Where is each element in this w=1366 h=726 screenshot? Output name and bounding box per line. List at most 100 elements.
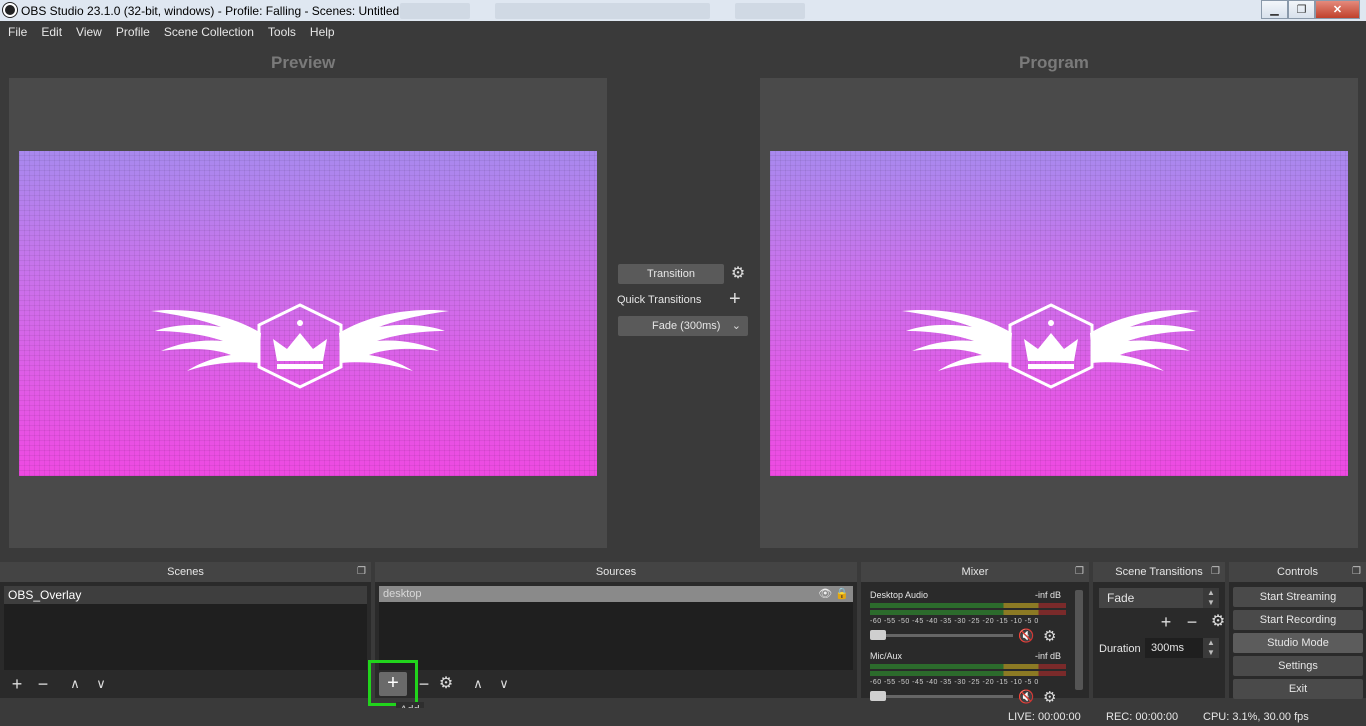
gear-icon[interactable]: ⚙ [1043,627,1056,645]
close-button[interactable]: ✕ [1315,0,1360,19]
mixer-dock: Mixer ❐ Desktop Audio -inf dB -60 -55 -5… [861,562,1089,706]
preview-display[interactable] [9,78,607,548]
volume-meter [870,664,1066,669]
scenes-dock-title: Scenes ❐ [0,562,371,582]
muted-speaker-icon[interactable]: 🔇 [1018,689,1034,705]
source-properties-gear-icon[interactable]: ⚙ [433,674,459,694]
menu-profile[interactable]: Profile [116,25,150,39]
controls-dock: Controls ❐ Start Streaming Start Recordi… [1229,562,1366,699]
transition-button[interactable]: Transition [618,264,724,284]
channel-name: Mic/Aux [870,651,903,661]
remove-transition-button[interactable]: − [1179,612,1205,632]
gear-icon[interactable]: ⚙ [729,265,747,283]
scene-transitions-toolbar: + − ⚙ [1153,612,1231,632]
mixer-title: Mixer [961,566,989,578]
source-item-label: desktop [383,588,422,600]
program-label: Program [1019,53,1089,72]
scenes-list: OBS_Overlay [4,586,367,670]
rec-status: REC: 00:00:00 [1106,711,1179,723]
minimize-button[interactable]: ▁ [1261,0,1288,19]
controls-title: Controls [1277,566,1318,578]
float-dock-icon[interactable]: ❐ [1352,562,1361,582]
controls-dock-title: Controls ❐ [1229,562,1366,582]
channel-name: Desktop Audio [870,590,929,600]
move-down-button[interactable]: ∨ [491,674,517,694]
program-display [760,78,1358,548]
volume-slider-handle[interactable] [870,630,886,640]
chevron-down-icon: ⌄ [731,320,741,332]
meter-ticks: -60 -55 -50 -45 -40 -35 -30 -25 -20 -15 … [870,679,1039,686]
transition-type-value: Fade [1107,591,1135,605]
window-title: OBS Studio 23.1.0 (32-bit, windows) - Pr… [21,4,400,18]
menu-tools[interactable]: Tools [268,25,296,39]
gear-icon[interactable]: ⚙ [1043,688,1056,706]
mixer-dock-title: Mixer ❐ [861,562,1089,582]
volume-meter [870,610,1066,615]
studio-mode-button[interactable]: Studio Mode [1233,633,1363,653]
plus-icon[interactable]: + [729,289,741,309]
crown-wings-logo [902,303,1200,389]
source-item[interactable]: desktop 👁 🔒 [379,586,853,602]
mixer-channel-desktop: Desktop Audio -inf dB -60 -55 -50 -45 -4… [865,590,1067,646]
add-source-highlight: + [368,660,418,706]
program-canvas [770,151,1348,476]
move-down-button[interactable]: ∨ [88,674,114,694]
float-dock-icon[interactable]: ❐ [1211,562,1220,582]
menu-help[interactable]: Help [310,25,335,39]
menu-edit[interactable]: Edit [41,25,62,39]
float-dock-icon[interactable]: ❐ [1075,562,1084,582]
duration-spinner[interactable]: ▲ ▼ [1203,638,1219,658]
add-scene-button[interactable]: + [4,674,30,694]
add-transition-button[interactable]: + [1153,612,1179,632]
quick-transitions-label: Quick Transitions [617,294,702,306]
sources-dock-title: Sources [375,562,857,582]
scene-transitions-title: Scene Transitions [1115,566,1203,578]
duration-label: Duration [1099,643,1141,655]
muted-speaker-icon[interactable]: 🔇 [1018,628,1034,644]
start-recording-button[interactable]: Start Recording [1233,610,1363,630]
scenes-title: Scenes [167,566,204,578]
obs-app-icon [3,3,17,17]
preview-label: Preview [271,53,336,72]
move-up-button[interactable]: ∧ [62,674,88,694]
updown-icon: ▲ ▼ [1203,588,1219,608]
move-up-button[interactable]: ∧ [465,674,491,694]
scenes-dock: Scenes ❐ OBS_Overlay + − ∧ ∨ [0,562,371,698]
add-source-button[interactable]: + [379,672,407,696]
scene-transitions-dock: Scene Transitions ❐ Fade ▲ ▼ + − ⚙ Durati… [1093,562,1225,698]
background-window-tab [400,3,470,19]
fade-select-label: Fade (300ms) [652,320,721,332]
menu-scene-collection[interactable]: Scene Collection [164,25,254,39]
remove-scene-button[interactable]: − [30,674,56,694]
transition-type-select[interactable]: Fade ▲ ▼ [1099,588,1219,608]
channel-level: -inf dB [1034,651,1061,661]
volume-meter [870,603,1066,608]
volume-slider-track[interactable] [873,695,1013,698]
volume-meter [870,671,1066,676]
window-controls: ▁ ❐ ✕ [1261,0,1360,19]
menu-file[interactable]: File [8,25,27,39]
fade-transition-select[interactable]: Fade (300ms) ⌄ [618,316,748,336]
exit-button[interactable]: Exit [1233,679,1363,699]
float-dock-icon[interactable]: ❐ [357,562,366,582]
volume-slider-handle[interactable] [870,691,886,701]
status-bar: LIVE: 00:00:00 REC: 00:00:00 CPU: 3.1%, … [0,708,1366,726]
sources-title: Sources [595,566,637,578]
settings-button[interactable]: Settings [1233,656,1363,676]
preview-canvas[interactable] [19,151,597,476]
gear-icon[interactable]: ⚙ [1205,612,1231,632]
menu-bar: File Edit View Profile Scene Collection … [0,21,1366,43]
mixer-scrollbar[interactable] [1075,590,1083,690]
menu-view[interactable]: View [76,25,102,39]
live-status: LIVE: 00:00:00 [1008,711,1081,723]
start-streaming-button[interactable]: Start Streaming [1233,587,1363,607]
sources-dock: Sources desktop 👁 🔒 − ⚙ ∧ ∨ [375,562,857,698]
eye-lock-icons[interactable]: 👁 🔒 [818,586,849,602]
maximize-button[interactable]: ❐ [1288,0,1315,19]
scene-item[interactable]: OBS_Overlay [4,586,367,604]
scene-transitions-dock-title: Scene Transitions ❐ [1093,562,1225,582]
cpu-status: CPU: 3.1%, 30.00 fps [1203,711,1309,723]
title-bar: OBS Studio 23.1.0 (32-bit, windows) - Pr… [0,0,1366,21]
mixer-channel-mic: Mic/Aux -inf dB -60 -55 -50 -45 -40 -35 … [865,651,1067,707]
volume-slider-track[interactable] [873,634,1013,637]
